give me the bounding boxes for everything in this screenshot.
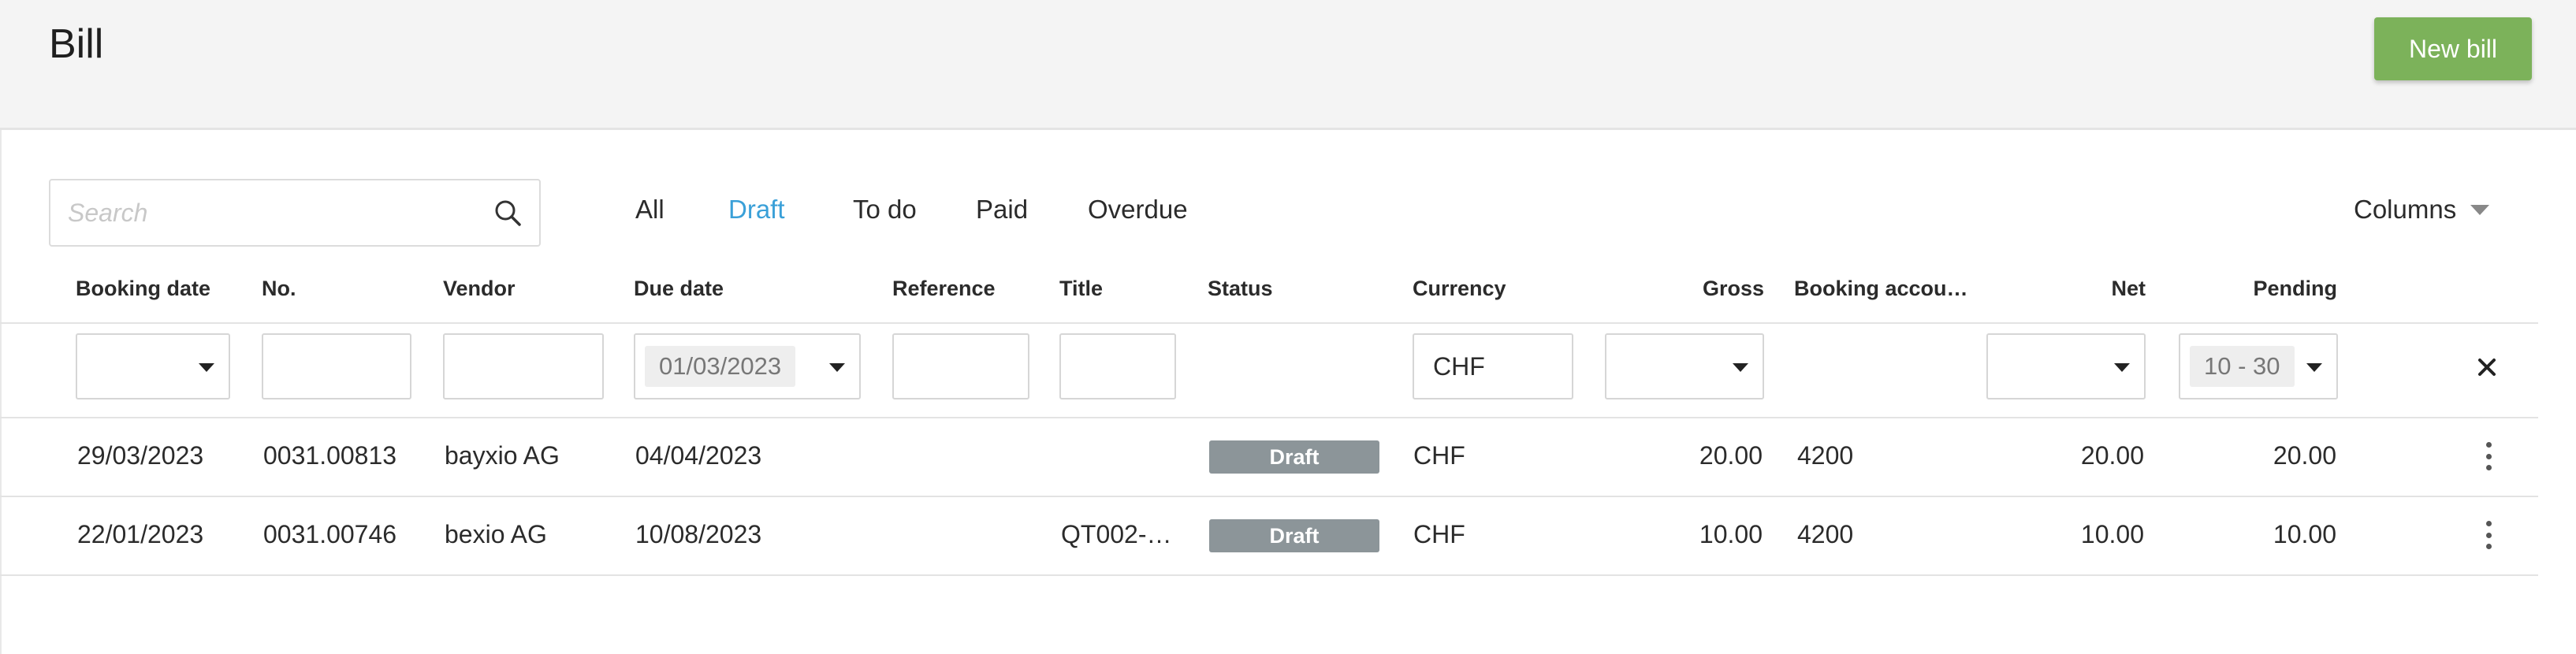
header-due-date[interactable]: Due date: [634, 277, 724, 301]
cell-no: 0031.00746: [263, 520, 397, 548]
currency-filter-input[interactable]: CHF: [1413, 333, 1573, 399]
header-vendor[interactable]: Vendor: [443, 277, 516, 301]
chevron-down-icon: [2470, 204, 2490, 215]
vendor-filter-input[interactable]: [443, 333, 604, 399]
tab-draft[interactable]: Draft: [728, 195, 785, 225]
due-date-filter[interactable]: 01/03/2023: [634, 333, 861, 399]
caret-down-icon: [199, 363, 214, 372]
cell-due-date: 04/04/2023: [635, 441, 762, 470]
cell-gross: 10.00: [1699, 520, 1763, 548]
bills-card: All Draft To do Paid Overdue Columns Boo…: [0, 128, 2576, 654]
caret-down-icon: [1733, 363, 1748, 372]
caret-down-icon: [2306, 363, 2322, 372]
cell-vendor: bayxio AG: [445, 441, 560, 470]
header-no[interactable]: No.: [262, 277, 296, 301]
header-currency[interactable]: Currency: [1413, 277, 1506, 301]
booking-date-filter[interactable]: [76, 333, 230, 399]
header-reference[interactable]: Reference: [892, 277, 996, 301]
cell-booking-account: 4200: [1797, 441, 1854, 470]
header-pending[interactable]: Pending: [2176, 277, 2338, 301]
tab-paid[interactable]: Paid: [976, 195, 1028, 225]
caret-down-icon: [2114, 363, 2130, 372]
cell-no: 0031.00813: [263, 441, 397, 470]
search-field[interactable]: [49, 179, 541, 247]
row-menu-icon[interactable]: [2477, 439, 2500, 474]
title-filter-input[interactable]: [1059, 333, 1176, 399]
row-menu-icon[interactable]: [2477, 518, 2500, 552]
cell-pending: 20.00: [2273, 441, 2336, 470]
status-badge: Draft: [1209, 519, 1379, 552]
cell-net: 10.00: [2080, 520, 2144, 548]
header-net[interactable]: Net: [1986, 277, 2146, 301]
header-divider: [0, 322, 2538, 324]
page-title: Bill: [49, 21, 104, 67]
columns-label: Columns: [2354, 195, 2457, 224]
tab-overdue[interactable]: Overdue: [1088, 195, 1188, 225]
cell-currency: CHF: [1413, 441, 1465, 470]
cell-net: 20.00: [2080, 441, 2144, 470]
header-title[interactable]: Title: [1059, 277, 1103, 301]
pending-filter[interactable]: 10 - 30: [2179, 333, 2338, 399]
header-booking-account[interactable]: Booking accou…: [1794, 277, 1968, 301]
net-filter[interactable]: [1986, 333, 2146, 399]
cell-booking-date: 22/01/2023: [77, 520, 204, 548]
cell-currency: CHF: [1413, 520, 1465, 548]
caret-down-icon: [829, 363, 845, 372]
reference-filter-input[interactable]: [892, 333, 1029, 399]
header-gross[interactable]: Gross: [1576, 277, 1764, 301]
cell-pending: 10.00: [2273, 520, 2336, 548]
header-booking-date[interactable]: Booking date: [76, 277, 210, 301]
columns-dropdown[interactable]: Columns: [2354, 195, 2490, 225]
cell-booking-date: 29/03/2023: [77, 441, 204, 470]
tab-to-do[interactable]: To do: [853, 195, 917, 225]
search-input[interactable]: [50, 180, 476, 245]
tab-all[interactable]: All: [635, 195, 664, 225]
status-badge: Draft: [1209, 440, 1379, 474]
cell-booking-account: 4200: [1797, 520, 1854, 548]
row-divider: [0, 496, 2538, 497]
due-date-filter-value: 01/03/2023: [645, 346, 796, 387]
filter-row-divider: [0, 417, 2538, 418]
search-icon[interactable]: [476, 180, 539, 245]
clear-filters-icon[interactable]: [2474, 354, 2500, 381]
cell-gross: 20.00: [1699, 441, 1763, 470]
currency-filter-value: CHF: [1433, 351, 1485, 381]
cell-title: QT002-…: [1061, 520, 1172, 548]
header-status[interactable]: Status: [1208, 277, 1273, 301]
cell-due-date: 10/08/2023: [635, 520, 762, 548]
no-filter-input[interactable]: [262, 333, 411, 399]
row-divider: [0, 574, 2538, 576]
gross-filter[interactable]: [1605, 333, 1764, 399]
new-bill-button[interactable]: New bill: [2374, 17, 2532, 80]
pending-filter-value: 10 - 30: [2190, 346, 2295, 387]
cell-vendor: bexio AG: [445, 520, 547, 548]
